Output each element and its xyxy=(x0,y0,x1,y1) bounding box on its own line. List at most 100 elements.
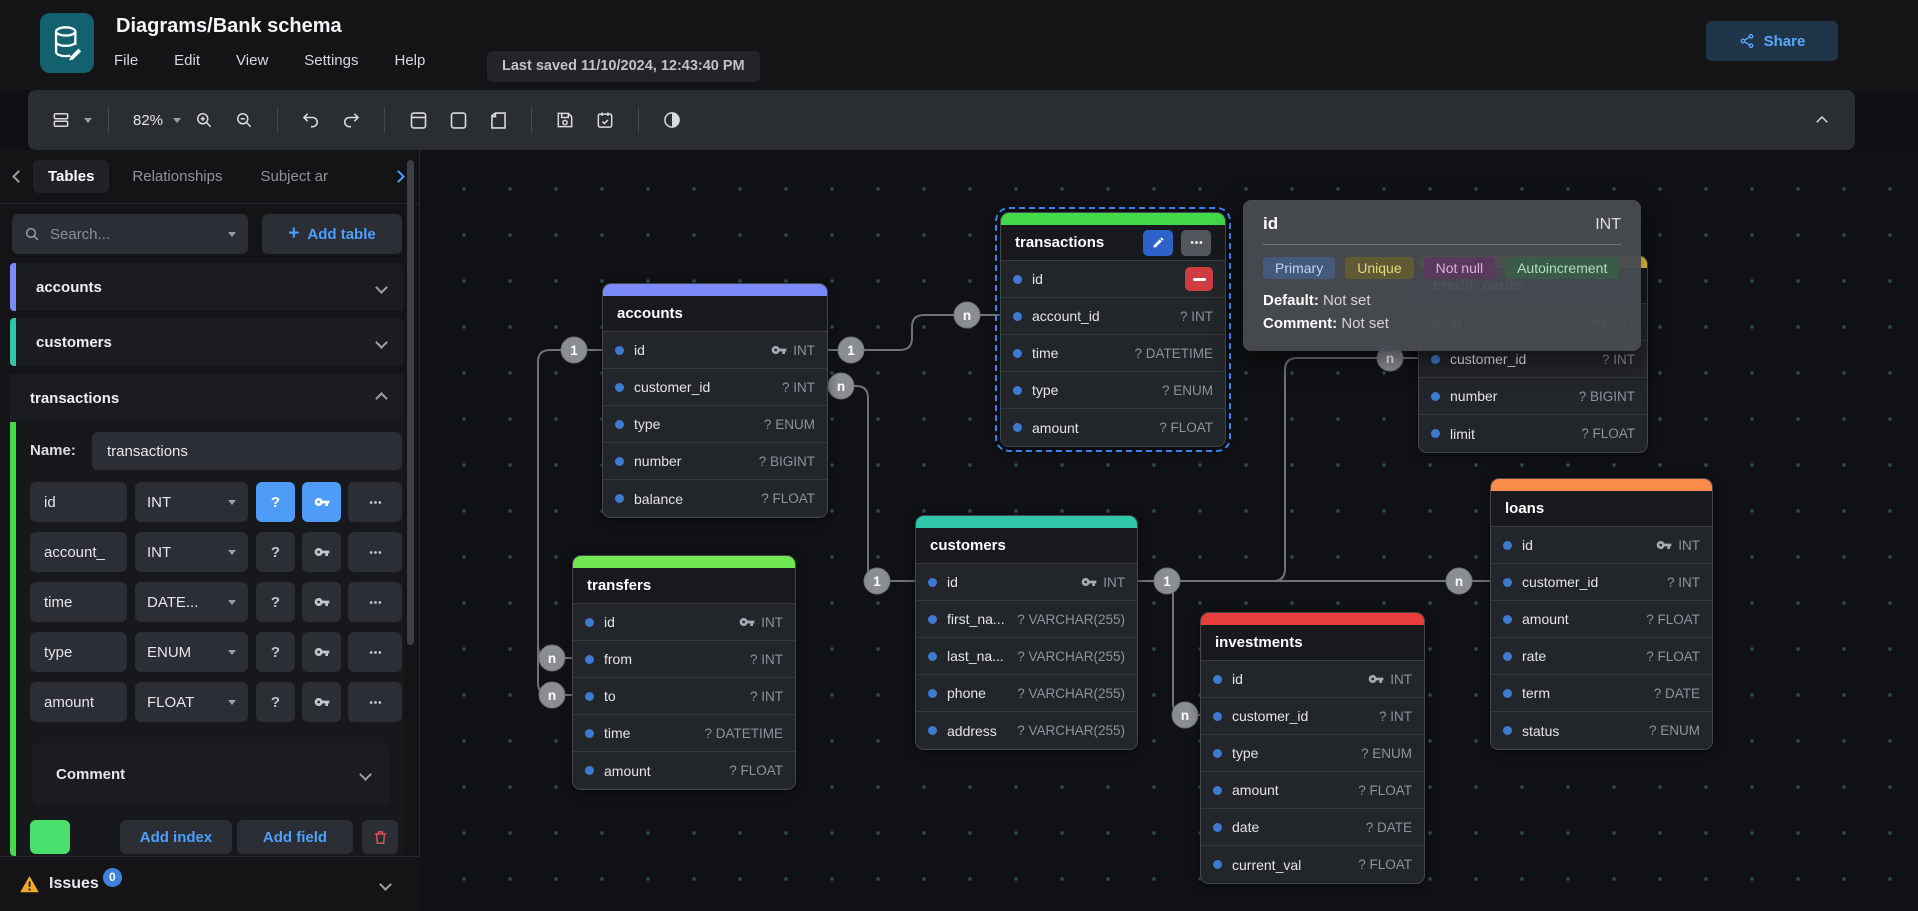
nullable-toggle[interactable] xyxy=(256,532,295,572)
field-type-select[interactable]: DATE... xyxy=(135,582,248,622)
delete-field-button[interactable] xyxy=(1185,267,1213,291)
menu-item-file[interactable]: File xyxy=(114,52,138,69)
table-field-type[interactable]: type? ENUM xyxy=(603,406,827,443)
table-field-type[interactable]: type? ENUM xyxy=(1201,735,1424,772)
table-field-time[interactable]: time? DATETIME xyxy=(573,715,795,752)
table-field-phone[interactable]: phone? VARCHAR(255) xyxy=(916,675,1137,712)
table-field-account-id[interactable]: account_id? INT xyxy=(1001,298,1225,335)
table-field-amount[interactable]: amount? FLOAT xyxy=(1001,409,1225,446)
undo-button[interactable] xyxy=(294,103,328,137)
layout-options-button[interactable] xyxy=(44,103,78,137)
nullable-toggle[interactable] xyxy=(256,632,295,672)
tab-relationships[interactable]: Relationships xyxy=(117,160,237,193)
table-field-type[interactable]: type? ENUM xyxy=(1001,372,1225,409)
zoom-in-button[interactable] xyxy=(187,103,221,137)
sidebar-table-customers[interactable]: customers xyxy=(10,318,404,366)
table-field-to[interactable]: to? INT xyxy=(573,678,795,715)
table-field-from[interactable]: from? INT xyxy=(573,641,795,678)
add-note-button[interactable] xyxy=(481,103,515,137)
page-title[interactable]: Diagrams/Bank schema xyxy=(116,15,342,38)
table-field-id[interactable]: idINT xyxy=(573,604,795,641)
menu-item-help[interactable]: Help xyxy=(394,52,425,69)
redo-button[interactable] xyxy=(334,103,368,137)
zoom-out-button[interactable] xyxy=(227,103,261,137)
menu-item-view[interactable]: View xyxy=(236,52,268,69)
table-investments[interactable]: investmentsidINTcustomer_id? INTtype? EN… xyxy=(1200,612,1425,884)
table-name-input[interactable] xyxy=(92,432,402,470)
table-transfers[interactable]: transfersidINTfrom? INTto? INTtime? DATE… xyxy=(572,555,796,790)
edit-table-button[interactable] xyxy=(1143,230,1173,256)
table-field-status[interactable]: status? ENUM xyxy=(1491,712,1712,749)
app-logo[interactable] xyxy=(40,13,94,73)
menu-item-edit[interactable]: Edit xyxy=(174,52,200,69)
table-customers[interactable]: customersidINTfirst_na...? VARCHAR(255)l… xyxy=(915,515,1138,750)
table-field-first-na-[interactable]: first_na...? VARCHAR(255) xyxy=(916,601,1137,638)
delete-table-button[interactable] xyxy=(362,820,398,854)
todo-button[interactable] xyxy=(588,103,622,137)
issues-bar[interactable]: Issues 0 xyxy=(0,856,420,911)
add-area-button[interactable] xyxy=(441,103,475,137)
table-field-time[interactable]: time? DATETIME xyxy=(1001,335,1225,372)
tabs-next-icon[interactable] xyxy=(392,170,405,183)
table-field-number[interactable]: number? BIGINT xyxy=(603,443,827,480)
table-field-date[interactable]: date? DATE xyxy=(1201,809,1424,846)
comment-section[interactable]: Comment xyxy=(32,743,390,805)
nullable-toggle[interactable] xyxy=(256,682,295,722)
table-field-id[interactable]: id xyxy=(1001,261,1225,298)
table-options-button[interactable] xyxy=(1181,230,1211,256)
tabs-prev-icon[interactable] xyxy=(12,170,25,183)
table-field-amount[interactable]: amount? FLOAT xyxy=(1491,601,1712,638)
tab-subject-ar[interactable]: Subject ar xyxy=(245,160,343,193)
primary-key-toggle[interactable] xyxy=(302,682,341,722)
table-field-amount[interactable]: amount? FLOAT xyxy=(573,752,795,789)
menu-item-settings[interactable]: Settings xyxy=(304,52,358,69)
table-color-swatch[interactable] xyxy=(30,820,70,854)
table-field-id[interactable]: idINT xyxy=(1201,661,1424,698)
sidebar-scrollbar[interactable] xyxy=(407,160,414,645)
primary-key-toggle[interactable] xyxy=(302,632,341,672)
add-table-tool-button[interactable] xyxy=(401,103,435,137)
field-options-button[interactable] xyxy=(348,582,402,622)
table-loans[interactable]: loansidINTcustomer_id? INTamount? FLOATr… xyxy=(1490,478,1713,750)
nullable-toggle[interactable] xyxy=(256,582,295,622)
table-field-limit[interactable]: limit? FLOAT xyxy=(1419,415,1647,452)
primary-key-toggle[interactable] xyxy=(302,532,341,572)
sidebar-table-accounts[interactable]: accounts xyxy=(10,263,404,311)
share-button[interactable]: Share xyxy=(1706,21,1838,61)
add-field-button[interactable]: Add field xyxy=(237,820,353,854)
search-input[interactable] xyxy=(50,226,200,243)
field-options-button[interactable] xyxy=(348,482,402,522)
field-type-select[interactable]: FLOAT xyxy=(135,682,248,722)
field-type-select[interactable]: ENUM xyxy=(135,632,248,672)
add-index-button[interactable]: Add index xyxy=(120,820,232,854)
table-field-last-na-[interactable]: last_na...? VARCHAR(255) xyxy=(916,638,1137,675)
field-name-input[interactable]: id xyxy=(30,482,127,522)
theme-toggle-button[interactable] xyxy=(655,103,689,137)
table-field-address[interactable]: address? VARCHAR(255) xyxy=(916,712,1137,749)
table-field-rate[interactable]: rate? FLOAT xyxy=(1491,638,1712,675)
field-name-input[interactable]: type xyxy=(30,632,127,672)
sidebar-table-transactions[interactable]: transactions xyxy=(10,374,404,422)
table-field-number[interactable]: number? BIGINT xyxy=(1419,378,1647,415)
table-field-customer-id[interactable]: customer_id? INT xyxy=(1491,564,1712,601)
tab-tables[interactable]: Tables xyxy=(33,160,109,193)
field-name-input[interactable]: time xyxy=(30,582,127,622)
table-accounts[interactable]: accountsidINTcustomer_id? INTtype? ENUMn… xyxy=(602,283,828,518)
table-field-id[interactable]: idINT xyxy=(603,332,827,369)
save-button[interactable] xyxy=(548,103,582,137)
zoom-level[interactable]: 82% xyxy=(133,112,163,129)
table-field-customer-id[interactable]: customer_id? INT xyxy=(603,369,827,406)
field-name-input[interactable]: amount xyxy=(30,682,127,722)
field-options-button[interactable] xyxy=(348,682,402,722)
primary-key-toggle[interactable] xyxy=(302,582,341,622)
field-type-select[interactable]: INT xyxy=(135,482,248,522)
table-field-balance[interactable]: balance? FLOAT xyxy=(603,480,827,517)
nullable-toggle[interactable] xyxy=(256,482,295,522)
table-field-current-val[interactable]: current_val? FLOAT xyxy=(1201,846,1424,883)
table-field-id[interactable]: idINT xyxy=(1491,527,1712,564)
collapse-toolbar-button[interactable] xyxy=(1805,103,1839,137)
field-options-button[interactable] xyxy=(348,632,402,672)
table-search[interactable] xyxy=(12,214,248,254)
field-name-input[interactable]: account_ xyxy=(30,532,127,572)
primary-key-toggle[interactable] xyxy=(302,482,341,522)
